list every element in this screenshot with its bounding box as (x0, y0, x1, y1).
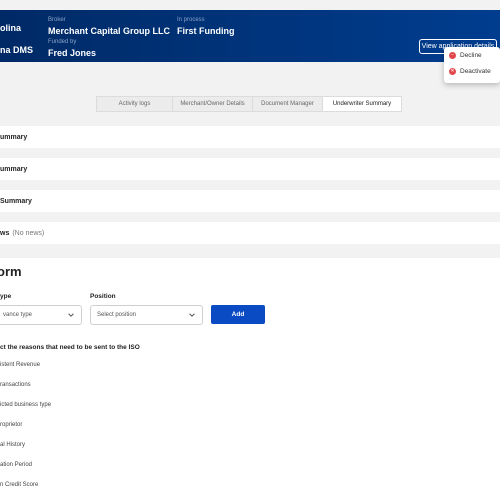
application-header: olina na DMS Broker Merchant Capital Gro… (0, 10, 500, 62)
status-label: In process (177, 17, 205, 23)
summary-section-label: Summary (0, 197, 32, 205)
merchant-dba: na DMS (0, 45, 34, 55)
reason-option[interactable]: roprietor (0, 422, 22, 428)
tab-document-manager[interactable]: Document Manager (253, 97, 323, 111)
summary-section-1[interactable]: ummary (0, 126, 500, 148)
decline-menu-item[interactable]: − Decline (444, 47, 500, 63)
reason-option[interactable]: ation Period (0, 462, 32, 468)
deactivate-label: Deactivate (460, 67, 491, 75)
type-select-value: vance type (3, 312, 33, 318)
funded-by-value: Fred Jones (48, 48, 97, 58)
type-label: ype (0, 293, 12, 300)
broker-field: Broker Merchant Capital Group LLC (48, 17, 170, 36)
decline-label: Decline (460, 51, 482, 59)
reasons-title: ct the reasons that need to be sent to t… (0, 344, 140, 351)
summary-section-label: ummary (0, 133, 28, 141)
minus-circle-icon: − (449, 51, 456, 59)
x-circle-icon: ✕ (449, 67, 456, 75)
summary-section-2[interactable]: ummary (0, 158, 500, 180)
position-label: Position (90, 293, 116, 300)
actions-dropdown: − Decline ✕ Deactivate (444, 47, 500, 83)
position-select-value: Select position (97, 312, 137, 318)
position-select[interactable]: Select position (90, 305, 203, 325)
reason-option[interactable]: ransactions (0, 382, 31, 388)
funded-by-label: Funded by (48, 39, 77, 45)
chevron-down-icon (68, 313, 74, 317)
deactivate-menu-item[interactable]: ✕ Deactivate (444, 63, 500, 79)
reason-option[interactable]: al History (0, 442, 25, 448)
page: olina na DMS Broker Merchant Capital Gro… (0, 0, 500, 500)
summary-section-3[interactable]: Summary (0, 190, 500, 212)
chevron-down-icon (189, 313, 195, 317)
funded-by-field: Funded by Fred Jones (48, 39, 96, 58)
type-select[interactable]: vance type (0, 305, 82, 325)
status-value: First Funding (177, 26, 235, 36)
news-section[interactable]: ws (No news) (0, 222, 500, 244)
reason-option[interactable]: n Credit Score (0, 482, 38, 488)
merchant-name: olina (0, 23, 22, 33)
broker-value: Merchant Capital Group LLC (48, 26, 171, 36)
add-button[interactable]: Add (211, 305, 265, 324)
form-title: orm (0, 264, 22, 279)
tab-activity-logs[interactable]: Activity logs (97, 97, 173, 111)
tab-bar: Activity logs Merchant/Owner Details Doc… (96, 96, 402, 112)
decline-form: orm ype vance type Position Select posit… (0, 258, 500, 500)
news-section-label: ws (0, 229, 10, 237)
summary-section-label: ummary (0, 165, 28, 173)
reason-option[interactable]: icted business type (0, 402, 51, 408)
news-empty-note: (No news) (12, 229, 45, 237)
tab-merchant-owner-details[interactable]: Merchant/Owner Details (173, 97, 253, 111)
status-field: In process First Funding (177, 17, 235, 36)
reason-option[interactable]: istent Revenue (0, 362, 40, 368)
broker-label: Broker (48, 17, 66, 23)
tab-underwriter-summary[interactable]: Underwriter Summary (323, 97, 401, 111)
